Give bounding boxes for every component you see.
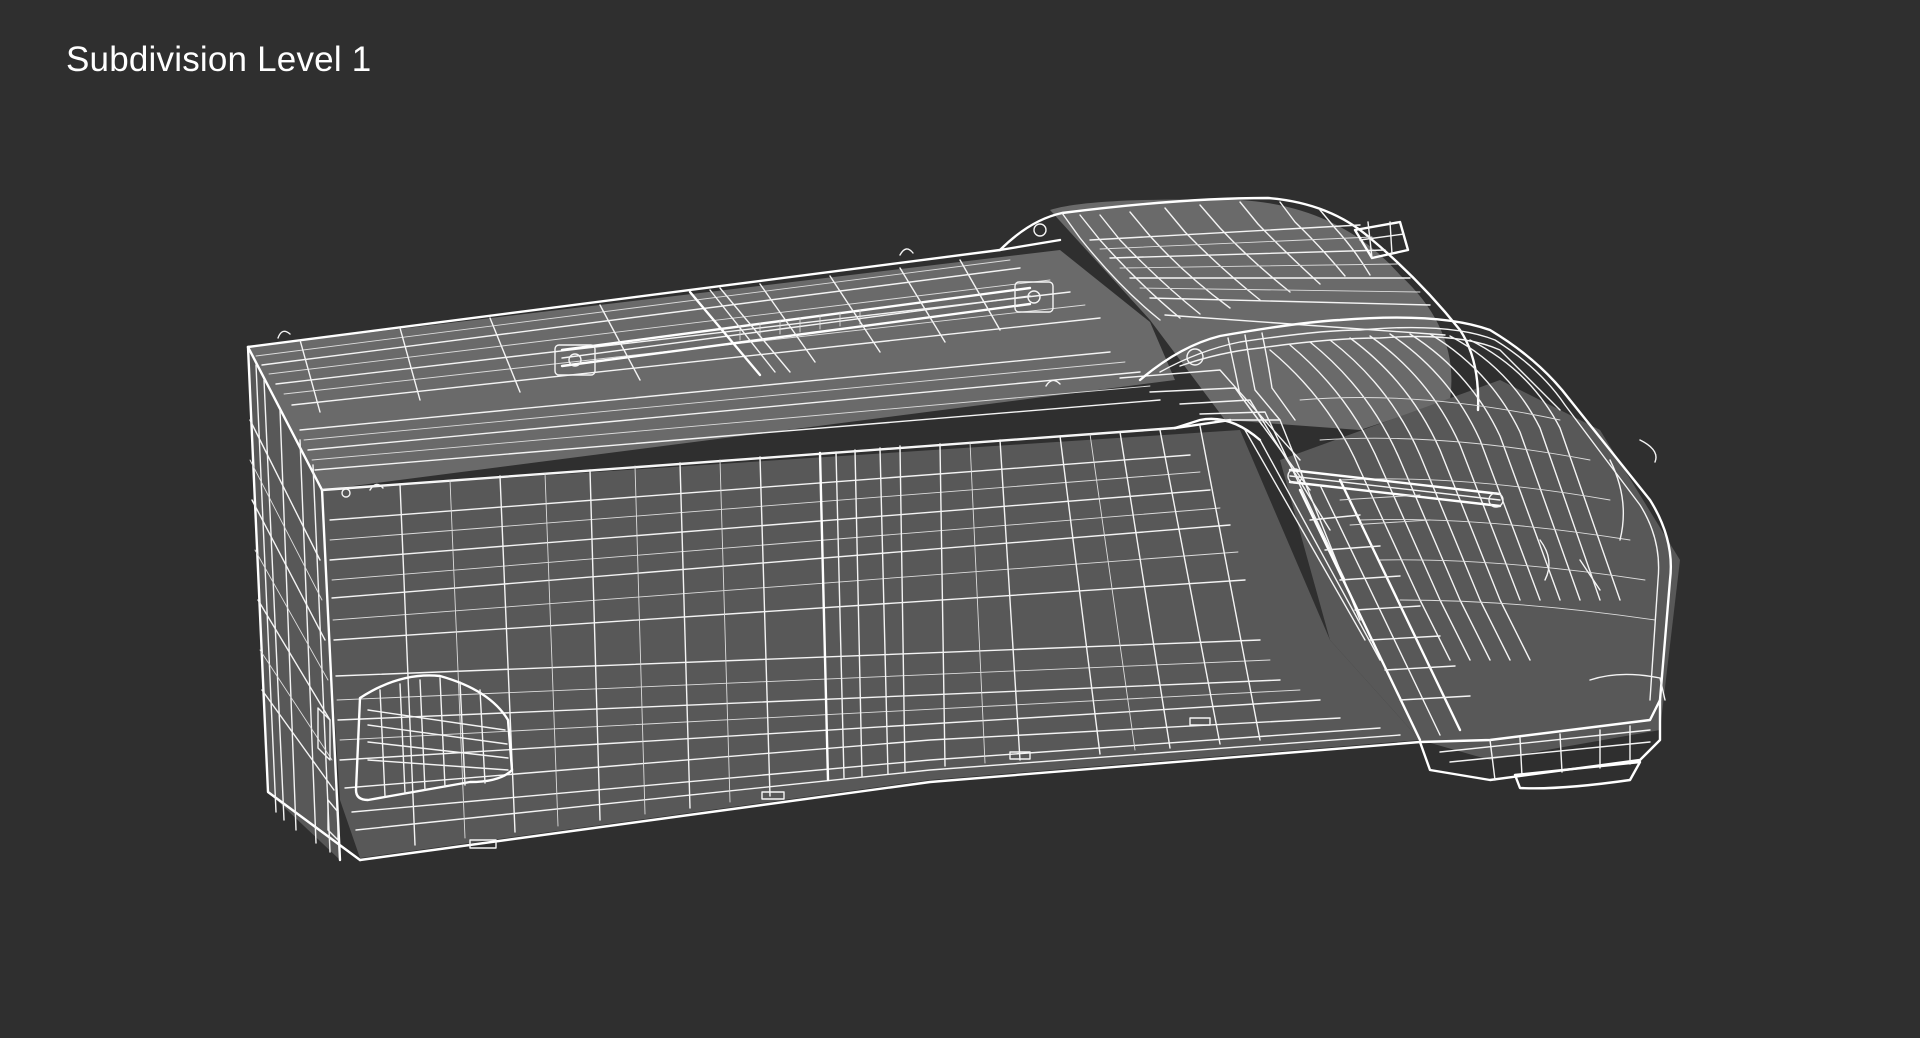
side-panel-fill [320,430,1420,858]
viewport[interactable]: Subdivision Level 1 [0,0,1920,1038]
wireframe-model [246,196,1680,862]
